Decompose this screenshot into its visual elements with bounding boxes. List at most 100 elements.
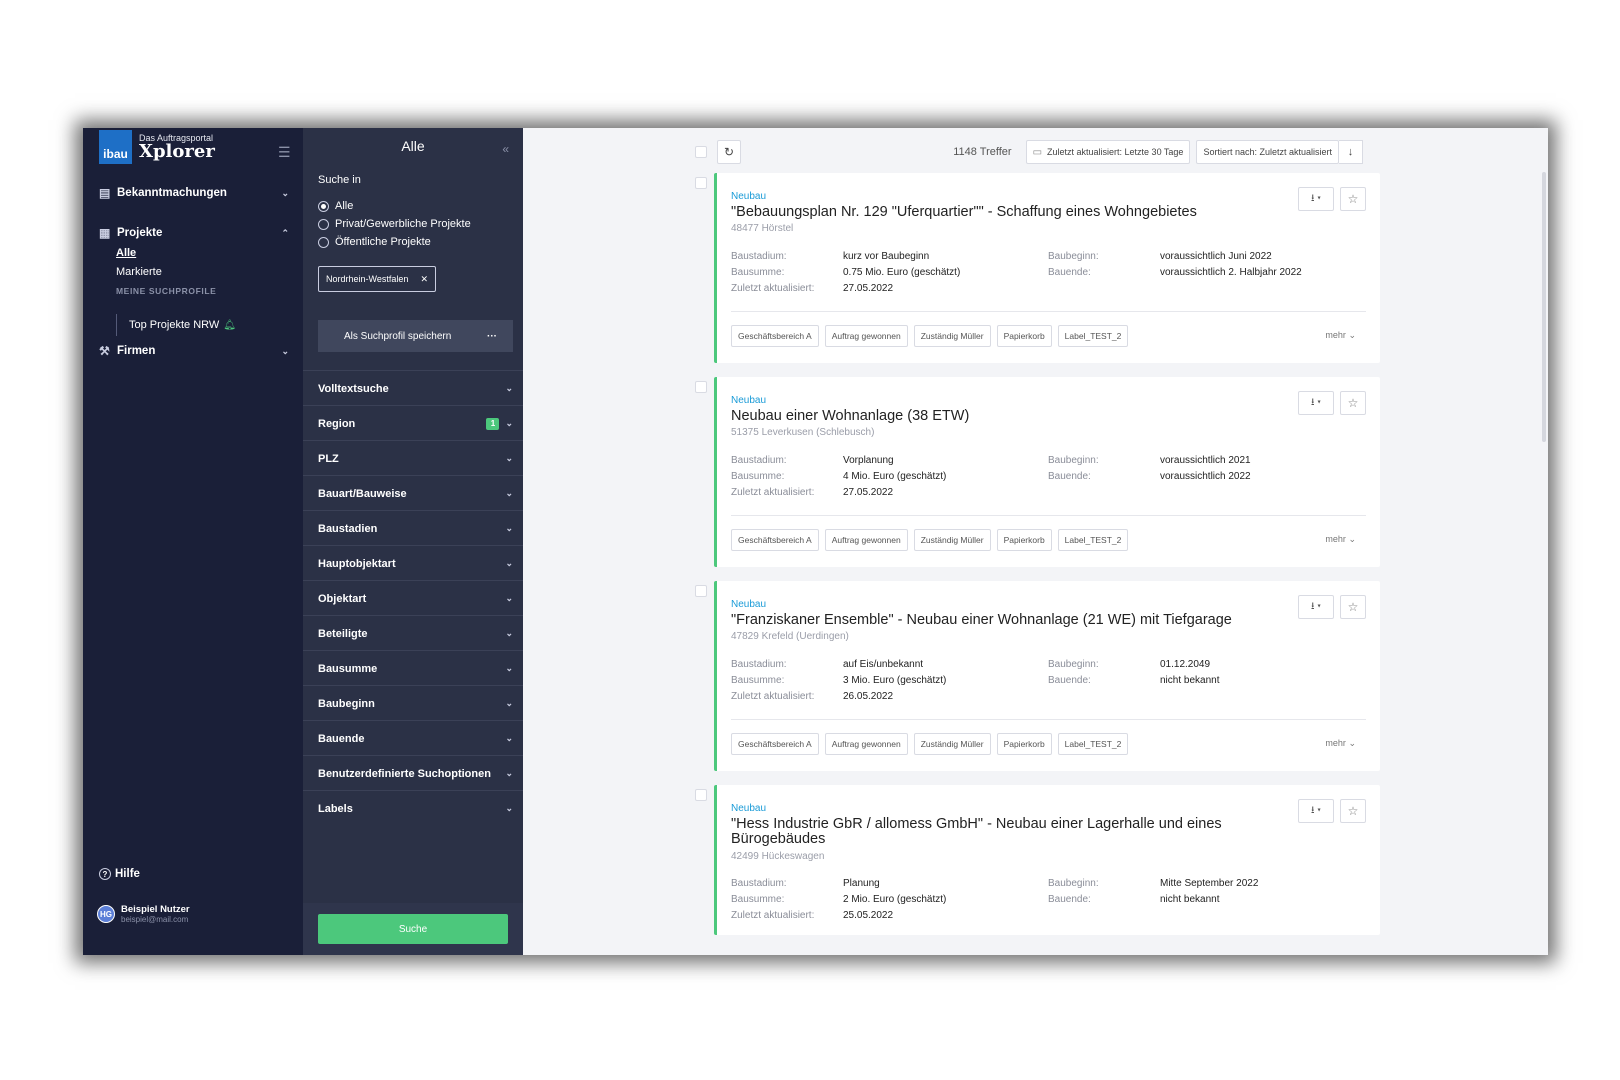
filter-section[interactable]: Volltextsuche ⌄ bbox=[303, 370, 523, 406]
close-icon[interactable]: ✕ bbox=[420, 274, 428, 285]
tag-chip[interactable]: Geschäftsbereich A bbox=[731, 529, 819, 551]
download-icon[interactable]: ⭳ ▾ bbox=[1298, 391, 1334, 415]
nav-item-bekanntmachungen[interactable]: ▤ Bekanntmachungen ⌄ bbox=[99, 186, 289, 200]
filter-section[interactable]: Baustadien ⌄ bbox=[303, 510, 523, 546]
tag-chip[interactable]: Label_TEST_2 bbox=[1057, 325, 1129, 347]
detail-value: voraussichtlich 2. Halbjahr 2022 bbox=[1160, 266, 1302, 278]
tag-chip[interactable]: Zuständig Müller bbox=[913, 733, 991, 755]
filter-section[interactable]: Beteiligte ⌄ bbox=[303, 615, 523, 651]
filter-section[interactable]: PLZ ⌄ bbox=[303, 440, 523, 476]
radio-oeffentlich[interactable]: Öffentliche Projekte bbox=[318, 236, 431, 248]
detail-value: 2 Mio. Euro (geschätzt) bbox=[843, 893, 947, 905]
tag-chip[interactable]: Papierkorb bbox=[996, 325, 1052, 347]
nav-profile-top-projekte[interactable]: Top Projekte NRW 🔔︎ bbox=[116, 314, 236, 336]
filter-section[interactable]: Bauende ⌄ bbox=[303, 720, 523, 756]
save-profile-button[interactable]: Als Suchprofil speichern ··· bbox=[318, 320, 513, 352]
tag-chip[interactable]: Label_TEST_2 bbox=[1057, 733, 1129, 755]
more-link[interactable]: mehr ⌄ bbox=[1325, 330, 1356, 341]
scrollbar[interactable] bbox=[1542, 172, 1546, 442]
filter-section-label: Baubeginn bbox=[318, 697, 375, 710]
tag-chip[interactable]: Auftrag gewonnen bbox=[824, 733, 908, 755]
project-card[interactable]: Neubau "Hess Industrie GbR / allomess Gmb… bbox=[714, 785, 1380, 935]
refresh-icon[interactable]: ↻ bbox=[717, 140, 741, 164]
logo[interactable]: ibau Das Auftragsportal Xplorer bbox=[99, 130, 215, 164]
project-card[interactable]: Neubau "Bebauungsplan Nr. 129 "Uferquarti… bbox=[714, 173, 1380, 363]
suchprofile-heading: MEINE SUCHPROFILE bbox=[116, 286, 217, 296]
detail-value: 27.05.2022 bbox=[843, 282, 894, 294]
project-title[interactable]: "Hess Industrie GbR / allomess GmbH" - N… bbox=[731, 817, 1251, 847]
app-window: ibau Das Auftragsportal Xplorer ☰ ▤ Beka… bbox=[83, 128, 1548, 955]
more-link[interactable]: mehr ⌄ bbox=[1325, 738, 1356, 749]
filter-section-label: Bausumme bbox=[318, 662, 378, 675]
menu-icon[interactable]: ☰ bbox=[278, 144, 291, 161]
detail-label: Baubeginn: bbox=[1048, 658, 1099, 670]
project-title[interactable]: "Franziskaner Ensemble" - Neubau einer W… bbox=[731, 613, 1251, 628]
tag-chip[interactable]: Auftrag gewonnen bbox=[824, 325, 908, 347]
radio-privat[interactable]: Privat/Gewerbliche Projekte bbox=[318, 218, 471, 230]
tag-chip[interactable]: Papierkorb bbox=[996, 733, 1052, 755]
download-icon[interactable]: ⭳ ▾ bbox=[1298, 799, 1334, 823]
nav-sub-alle[interactable]: Alle bbox=[116, 247, 136, 259]
chevron-down-icon: ⌄ bbox=[505, 593, 513, 603]
user-email: beispiel@mail.com bbox=[121, 915, 189, 924]
help-link[interactable]: ? Hilfe bbox=[99, 868, 140, 880]
project-type: Neubau bbox=[731, 599, 767, 610]
sort-button[interactable]: Sortiert nach: Zuletzt aktualisiert bbox=[1196, 140, 1339, 164]
detail-value: Planung bbox=[843, 877, 880, 889]
tag-chip[interactable]: Geschäftsbereich A bbox=[731, 733, 819, 755]
filter-section[interactable]: Labels ⌄ bbox=[303, 790, 523, 826]
collapse-icon[interactable]: « bbox=[502, 142, 509, 156]
tag-chip[interactable]: Auftrag gewonnen bbox=[824, 529, 908, 551]
detail-value: Mitte September 2022 bbox=[1160, 877, 1259, 889]
project-checkbox[interactable] bbox=[695, 177, 707, 189]
radio-alle[interactable]: Alle bbox=[318, 200, 353, 212]
filter-section[interactable]: Bausumme ⌄ bbox=[303, 650, 523, 686]
sort-direction-icon[interactable]: ↓ bbox=[1339, 140, 1363, 164]
region-count-badge: 1 bbox=[486, 417, 500, 430]
updated-filter-button[interactable]: ▭ Zuletzt aktualisiert: Letzte 30 Tage bbox=[1025, 140, 1191, 164]
logo-mark: ibau bbox=[99, 130, 132, 164]
region-chip[interactable]: Nordrhein-Westfalen ✕ bbox=[318, 266, 436, 292]
star-icon[interactable]: ☆ bbox=[1340, 187, 1366, 211]
star-icon[interactable]: ☆ bbox=[1340, 595, 1366, 619]
chevron-down-icon: ⌄ bbox=[505, 453, 513, 463]
project-card[interactable]: Neubau Neubau einer Wohnanlage (38 ETW) 51… bbox=[714, 377, 1380, 567]
filter-section[interactable]: Bauart/Bauweise ⌄ bbox=[303, 475, 523, 511]
download-icon[interactable]: ⭳ ▾ bbox=[1298, 187, 1334, 211]
project-checkbox[interactable] bbox=[695, 585, 707, 597]
tag-chip[interactable]: Geschäftsbereich A bbox=[731, 325, 819, 347]
filter-section[interactable]: Objektart ⌄ bbox=[303, 580, 523, 616]
project-card[interactable]: Neubau "Franziskaner Ensemble" - Neubau e… bbox=[714, 581, 1380, 771]
project-title[interactable]: Neubau einer Wohnanlage (38 ETW) bbox=[731, 409, 1251, 424]
project-details: Baustadium: Planung Baubeginn: Mitte Septem… bbox=[731, 875, 1365, 923]
search-button[interactable]: Suche bbox=[318, 914, 508, 944]
project-checkbox[interactable] bbox=[695, 381, 707, 393]
filter-section[interactable]: Baubeginn ⌄ bbox=[303, 685, 523, 721]
project-details: Baustadium: auf Eis/unbekannt Baubeginn: 01… bbox=[731, 656, 1365, 704]
tag-chip[interactable]: Zuständig Müller bbox=[913, 529, 991, 551]
project-title[interactable]: "Bebauungsplan Nr. 129 "Uferquartier"" -… bbox=[731, 205, 1251, 220]
filter-section[interactable]: Region 1 ⌄ bbox=[303, 405, 523, 441]
chevron-down-icon: ⌄ bbox=[505, 628, 513, 638]
filter-section[interactable]: Benutzerdefinierte Suchoptionen ⌄ bbox=[303, 755, 523, 791]
user-profile[interactable]: HG Beispiel Nutzer beispiel@mail.com bbox=[97, 904, 190, 924]
filter-section-label: Bauart/Bauweise bbox=[318, 487, 407, 500]
building-icon: ▦ bbox=[99, 226, 111, 240]
tag-chip[interactable]: Zuständig Müller bbox=[913, 325, 991, 347]
star-icon[interactable]: ☆ bbox=[1340, 799, 1366, 823]
nav-sub-markierte[interactable]: Markierte bbox=[116, 266, 162, 278]
tag-chip[interactable]: Label_TEST_2 bbox=[1057, 529, 1129, 551]
filter-section[interactable]: Hauptobjektart ⌄ bbox=[303, 545, 523, 581]
nav-item-projekte[interactable]: ▦ Projekte ⌃ bbox=[99, 226, 289, 240]
nav-item-firmen[interactable]: ⚒ Firmen ⌄ bbox=[99, 344, 289, 358]
project-checkbox[interactable] bbox=[695, 789, 707, 801]
tag-chip[interactable]: Papierkorb bbox=[996, 529, 1052, 551]
more-label: mehr bbox=[1325, 738, 1346, 748]
more-icon[interactable]: ··· bbox=[487, 331, 497, 342]
results-area: ↻ 1148 Treffer ▭ Zuletzt aktualisiert: L… bbox=[523, 128, 1548, 955]
select-all-checkbox[interactable] bbox=[695, 146, 707, 158]
chevron-down-icon: ⌄ bbox=[505, 488, 513, 498]
more-link[interactable]: mehr ⌄ bbox=[1325, 534, 1356, 545]
download-icon[interactable]: ⭳ ▾ bbox=[1298, 595, 1334, 619]
star-icon[interactable]: ☆ bbox=[1340, 391, 1366, 415]
